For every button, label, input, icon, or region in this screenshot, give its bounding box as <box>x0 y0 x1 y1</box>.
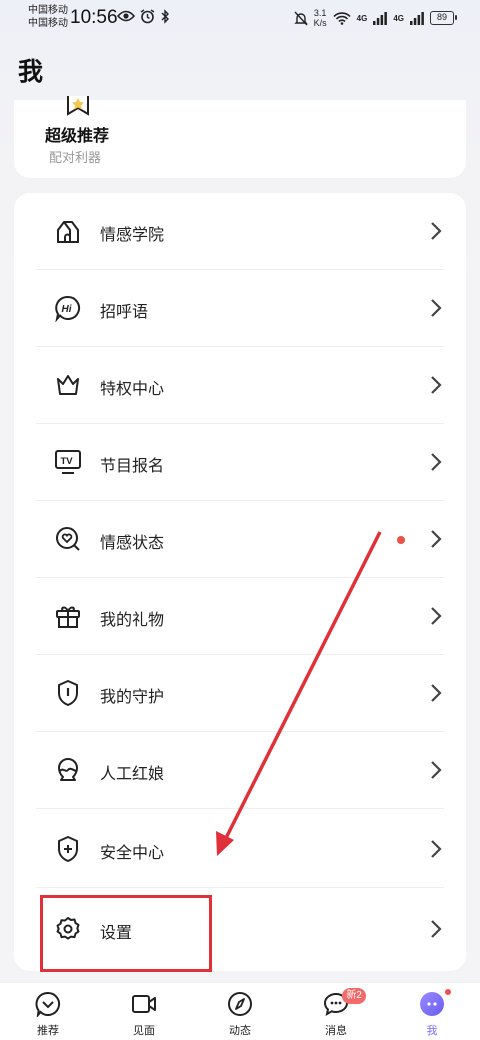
menu-item-academy[interactable]: 情感学院 <box>14 193 466 270</box>
net-type-2: 4G <box>393 13 404 23</box>
nav-label: 见面 <box>133 1025 155 1037</box>
nav-label: 动态 <box>229 1025 251 1037</box>
super-recommend-title: 超级推荐 <box>45 128 110 145</box>
menu-item-label: 我的守护 <box>100 689 165 706</box>
carrier-info: 中国移动 中国移动 <box>28 4 68 30</box>
notification-dot <box>397 536 405 544</box>
page-title: 我 <box>18 58 44 86</box>
recommend-icon <box>35 991 60 1017</box>
menu-item-label: 安全中心 <box>100 845 165 862</box>
menu-item-label: 人工红娘 <box>100 766 165 783</box>
super-recommend-card[interactable]: 超级推荐 配对利器 <box>14 96 466 178</box>
chevron-right-icon <box>431 299 442 317</box>
academy-house-icon <box>54 217 82 245</box>
gift-icon <box>54 602 82 630</box>
menu-item-privilege[interactable]: 特权中心 <box>14 347 466 424</box>
signal-icon <box>373 11 388 25</box>
ribbon-star-icon <box>67 96 89 116</box>
menu-item-label: 节目报名 <box>100 458 165 475</box>
nav-tab-messages[interactable]: 新2 消息 <box>288 983 384 1040</box>
compass-icon <box>228 992 252 1016</box>
shield-plus-icon <box>54 835 82 863</box>
nav-label: 我 <box>426 1025 438 1037</box>
nav-tab-me[interactable]: 我 <box>384 983 480 1040</box>
menu-item-program-signup[interactable]: TV 节目报名 <box>14 424 466 501</box>
eye-icon <box>117 10 135 22</box>
divider <box>36 808 444 809</box>
avatar-icon <box>420 992 444 1016</box>
battery-indicator: 89 <box>430 11 457 25</box>
chevron-right-icon <box>431 684 442 702</box>
menu-item-relationship-status[interactable]: 情感状态 <box>14 501 466 578</box>
video-camera-icon <box>132 995 156 1013</box>
chevron-right-icon <box>431 530 442 548</box>
crown-icon <box>54 371 82 399</box>
message-badge: 新2 <box>342 988 366 1004</box>
shield-icon <box>54 679 82 707</box>
menu-item-my-gifts[interactable]: 我的礼物 <box>14 578 466 655</box>
bottom-nav: 推荐 见面 动态 新2 消息 我 <box>0 982 480 1040</box>
net-type-1: 4G <box>356 13 368 23</box>
divider <box>36 887 444 888</box>
nav-tab-recommend[interactable]: 推荐 <box>0 983 96 1040</box>
menu-item-greeting[interactable]: Hi 招呼语 <box>14 270 466 347</box>
svg-text:Hi: Hi <box>62 304 72 315</box>
menu-item-label: 我的礼物 <box>100 612 165 629</box>
nav-tab-moments[interactable]: 动态 <box>192 983 288 1040</box>
speed-unit: K/s <box>313 18 327 28</box>
status-bar: 中国移动 中国移动 10:56 3.1 K/s 4G 4G 89 <box>0 0 480 36</box>
chevron-right-icon <box>431 840 442 858</box>
speed-value: 3.1 <box>313 8 327 18</box>
super-recommend-subtitle: 配对利器 <box>49 150 102 165</box>
chevron-right-icon <box>431 761 442 779</box>
bluetooth-icon <box>161 9 169 24</box>
notification-dot <box>444 988 452 996</box>
mute-icon <box>293 11 308 25</box>
tv-icon: TV <box>54 448 82 476</box>
status-time: 10:56 <box>70 7 118 28</box>
settings-highlight-box <box>40 895 212 972</box>
hi-bubble-icon: Hi <box>54 294 82 322</box>
menu-item-label: 招呼语 <box>100 304 149 321</box>
matchmaker-icon <box>54 756 82 784</box>
chevron-right-icon <box>431 607 442 625</box>
menu-list: 情感学院 Hi 招呼语 特权中心 TV 节目报名 情感状态 我的礼物 我的守护 … <box>14 193 466 971</box>
nav-tab-meet[interactable]: 见面 <box>96 983 192 1040</box>
heart-search-icon <box>54 525 82 553</box>
svg-text:TV: TV <box>61 456 74 467</box>
menu-item-my-guardian[interactable]: 我的守护 <box>14 655 466 732</box>
menu-item-label: 情感状态 <box>100 535 165 552</box>
carrier-2: 中国移动 <box>28 18 68 29</box>
chevron-right-icon <box>431 920 442 938</box>
nav-label: 推荐 <box>37 1025 59 1037</box>
chevron-right-icon <box>431 376 442 394</box>
wifi-icon <box>333 11 351 25</box>
menu-item-matchmaker[interactable]: 人工红娘 <box>14 732 466 809</box>
menu-item-label: 情感学院 <box>100 227 165 244</box>
alarm-icon <box>140 9 155 24</box>
signal-icon-2 <box>410 11 424 25</box>
chevron-right-icon <box>431 453 442 471</box>
chevron-right-icon <box>431 222 442 240</box>
carrier-1: 中国移动 <box>28 5 68 16</box>
menu-item-security-center[interactable]: 安全中心 <box>14 811 466 888</box>
nav-label: 消息 <box>325 1025 347 1037</box>
menu-item-label: 特权中心 <box>100 381 165 398</box>
network-speed: 3.1 K/s <box>314 8 327 28</box>
